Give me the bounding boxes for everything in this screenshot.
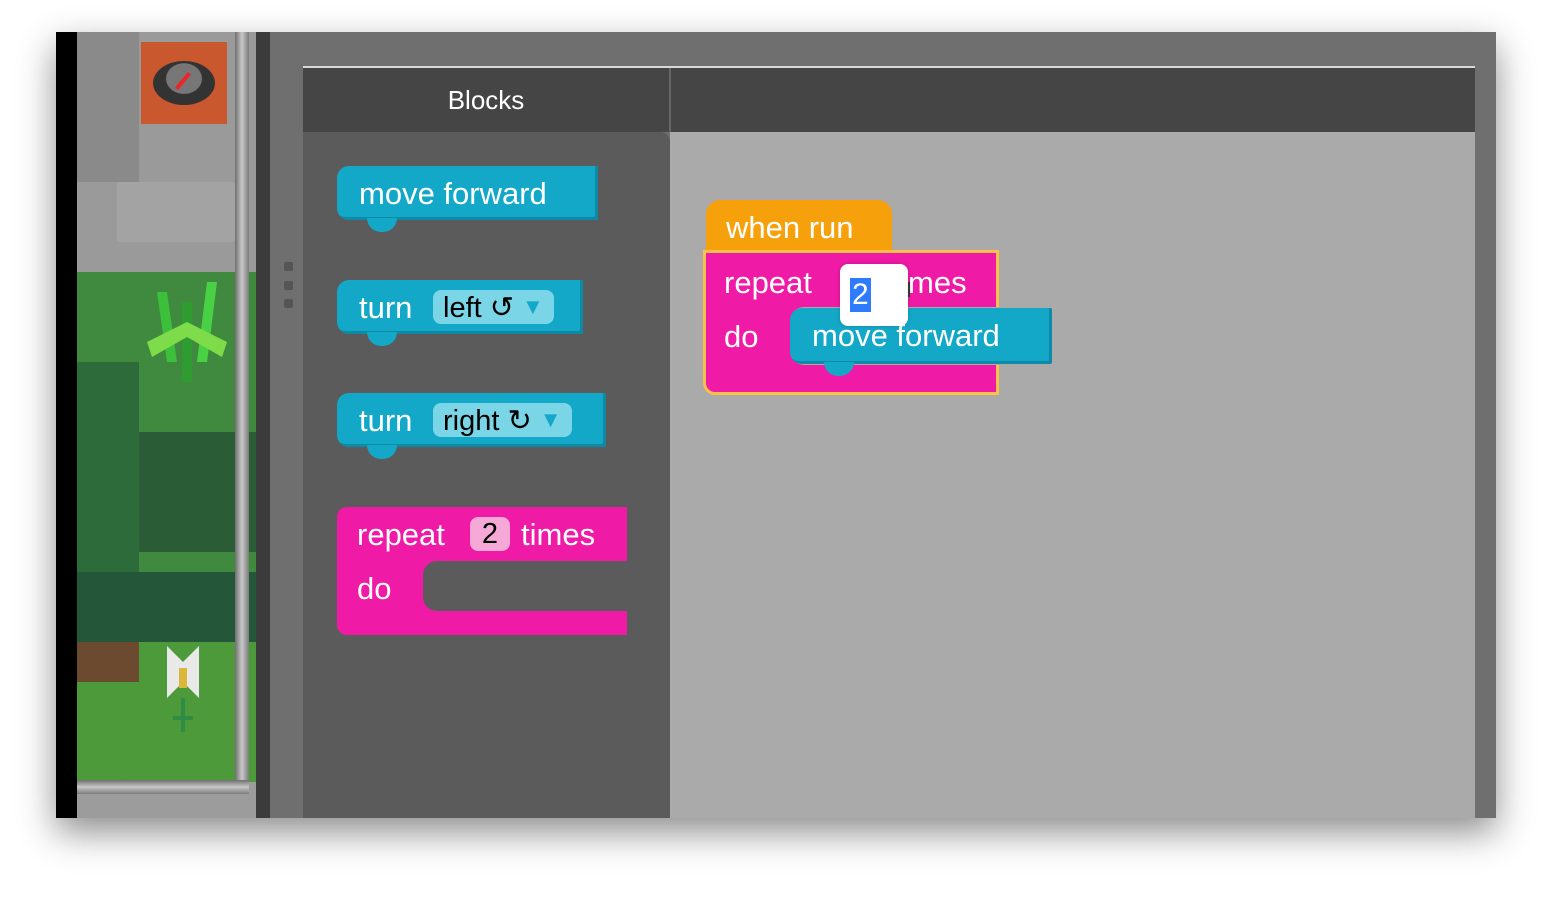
block-label: turn bbox=[359, 290, 413, 325]
grass-shadow bbox=[77, 362, 139, 572]
block-label: repeat bbox=[357, 517, 445, 552]
resize-handle[interactable] bbox=[282, 262, 294, 308]
dirt-tile bbox=[77, 642, 139, 682]
app-window: Blocks move forward turn left ↺ ▼ turn r… bbox=[56, 32, 1496, 818]
agent-tile bbox=[141, 42, 227, 124]
turn-left-block[interactable]: turn left ↺ ▼ bbox=[337, 280, 583, 346]
plant-icon bbox=[147, 282, 227, 382]
flower-icon bbox=[167, 646, 199, 732]
repeat-block[interactable]: repeat 2 times do bbox=[337, 507, 627, 635]
grip-dot-icon bbox=[283, 280, 293, 290]
grip-dot-icon bbox=[283, 262, 293, 271]
block-label: when run bbox=[726, 210, 854, 245]
repeat-count-input[interactable]: 2 bbox=[840, 264, 908, 326]
selected-text: 2 bbox=[850, 278, 871, 312]
stone-tile bbox=[117, 182, 237, 242]
editor-header: Blocks bbox=[303, 66, 1475, 132]
panel-divider bbox=[256, 32, 270, 818]
block-label: move forward bbox=[812, 318, 1000, 353]
dropdown-arrow-icon: ▼ bbox=[522, 294, 544, 319]
direction-dropdown[interactable]: left ↺ ▼ bbox=[433, 290, 554, 324]
window-frame bbox=[77, 780, 249, 794]
window-frame bbox=[235, 32, 249, 792]
stone-wall bbox=[77, 32, 139, 182]
text-cursor-icon: I bbox=[906, 278, 912, 302]
block-label: move forward bbox=[359, 176, 547, 211]
grip-dot-icon bbox=[283, 299, 293, 308]
block-label: turn bbox=[359, 403, 413, 438]
statement-slot bbox=[423, 561, 627, 611]
toolbox-title: Blocks bbox=[303, 68, 671, 132]
dropdown-arrow-icon: ▼ bbox=[539, 407, 562, 432]
when-run-block[interactable]: when run bbox=[706, 200, 892, 254]
move-forward-block[interactable]: move forward bbox=[790, 308, 1052, 376]
dropdown-value: right ↻ bbox=[443, 404, 532, 437]
program-workspace[interactable]: when run repeat mes do move forward 2 I bbox=[670, 132, 1475, 818]
game-view bbox=[77, 32, 270, 818]
dropdown-value: left ↺ bbox=[443, 291, 515, 324]
block-label: repeat bbox=[724, 265, 812, 300]
grass-shadow bbox=[139, 432, 270, 552]
robot-agent-icon bbox=[153, 61, 215, 105]
block-toolbox: move forward turn left ↺ ▼ turn right ↻ … bbox=[303, 132, 670, 818]
block-label: mes bbox=[908, 265, 967, 300]
turn-right-block[interactable]: turn right ↻ ▼ bbox=[337, 393, 606, 459]
repeat-count-field[interactable]: 2 bbox=[470, 517, 510, 551]
block-label: times bbox=[521, 517, 596, 552]
direction-dropdown[interactable]: right ↻ ▼ bbox=[433, 403, 572, 437]
move-forward-block[interactable]: move forward bbox=[337, 166, 598, 232]
do-label: do bbox=[357, 571, 392, 606]
do-label: do bbox=[724, 319, 759, 354]
code-editor: Blocks move forward turn left ↺ ▼ turn r… bbox=[270, 32, 1496, 818]
